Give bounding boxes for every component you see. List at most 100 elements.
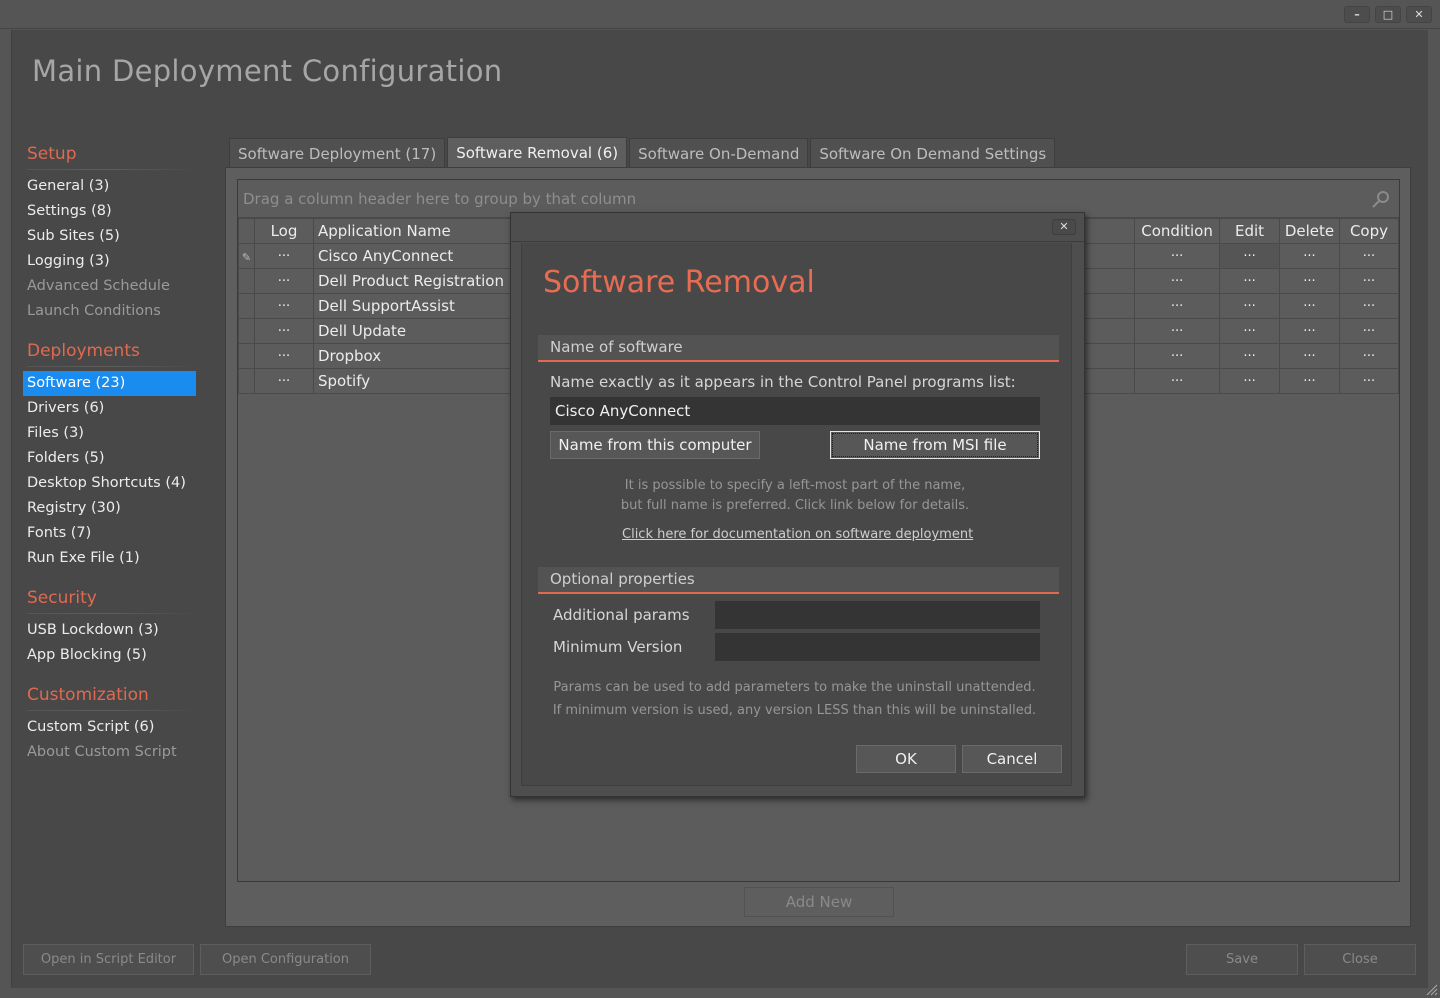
delete-cell-button[interactable]: ··· [1279, 368, 1340, 394]
edit-cell-button[interactable]: ··· [1219, 318, 1280, 344]
condition-cell-button[interactable]: ··· [1134, 293, 1221, 319]
row-indicator [238, 293, 255, 319]
log-cell-button[interactable]: ··· [253, 318, 314, 344]
copy-cell-button[interactable]: ··· [1338, 318, 1400, 344]
row-indicator [238, 368, 255, 394]
condition-cell-button[interactable]: ··· [1134, 368, 1221, 394]
dialog-title-bar[interactable]: ✕ [511, 213, 1084, 242]
ok-button[interactable]: OK [856, 745, 956, 773]
delete-cell-button[interactable]: ··· [1279, 268, 1340, 294]
edit-cell-button[interactable]: ··· [1219, 343, 1280, 369]
copy-cell-button[interactable]: ··· [1338, 268, 1400, 294]
copy-cell-button[interactable]: ··· [1338, 368, 1400, 394]
column-header-copy[interactable]: Copy [1338, 218, 1400, 244]
row-indicator [238, 318, 255, 344]
sidebar-item-about-custom-script[interactable]: About Custom Script [23, 740, 196, 765]
minimize-button[interactable]: – [1344, 6, 1370, 23]
sidebar-item-folders[interactable]: Folders (5) [23, 446, 196, 471]
section-name-of-software: Name of software [538, 335, 1059, 362]
tab-software-on-demand-settings[interactable]: Software On Demand Settings [810, 138, 1056, 168]
close-window-button[interactable]: ✕ [1406, 6, 1432, 23]
sidebar-item-advanced-schedule[interactable]: Advanced Schedule [23, 274, 196, 299]
condition-cell-button[interactable]: ··· [1134, 268, 1221, 294]
tab-software-deployment[interactable]: Software Deployment (17) [229, 138, 446, 168]
sidebar-item-registry[interactable]: Registry (30) [23, 496, 196, 521]
tab-strip: Software Deployment (17) Software Remova… [229, 137, 1057, 168]
close-icon: ✕ [1414, 8, 1424, 21]
name-hint-line-1: It is possible to specify a left-most pa… [624, 478, 966, 493]
tab-software-removal[interactable]: Software Removal (6) [447, 137, 628, 168]
open-in-script-editor-button[interactable]: Open in Script Editor [23, 944, 194, 975]
sidebar-item-logging[interactable]: Logging (3) [23, 249, 196, 274]
minimum-version-label: Minimum Version [553, 638, 683, 656]
name-from-this-computer-button[interactable]: Name from this computer [550, 431, 760, 459]
name-from-msi-file-button[interactable]: Name from MSI file [830, 431, 1040, 459]
log-cell-button[interactable]: ··· [253, 243, 314, 269]
open-configuration-button[interactable]: Open Configuration [200, 944, 371, 975]
documentation-link[interactable]: Click here for documentation on software… [622, 527, 973, 542]
sidebar: Setup General (3) Settings (8) Sub Sites… [23, 140, 203, 765]
sidebar-item-launch-conditions[interactable]: Launch Conditions [23, 299, 196, 324]
sidebar-item-drivers[interactable]: Drivers (6) [23, 396, 196, 421]
sidebar-item-custom-script[interactable]: Custom Script (6) [23, 715, 196, 740]
params-hint-text: Params can be used to add parameters to … [542, 676, 1047, 722]
edit-cell-button[interactable]: ··· [1219, 268, 1280, 294]
condition-cell-button[interactable]: ··· [1134, 318, 1221, 344]
column-header-delete[interactable]: Delete [1279, 218, 1340, 244]
sidebar-item-general[interactable]: General (3) [23, 174, 196, 199]
sidebar-section-deployments: Deployments [23, 337, 203, 367]
software-name-label: Name exactly as it appears in the Contro… [550, 373, 1016, 391]
edit-cell-button[interactable]: ··· [1219, 293, 1280, 319]
column-header-edit[interactable]: Edit [1219, 218, 1280, 244]
maximize-button[interactable]: □ [1375, 6, 1401, 23]
sidebar-item-desktop-shortcuts[interactable]: Desktop Shortcuts (4) [23, 471, 196, 496]
delete-cell-button[interactable]: ··· [1279, 293, 1340, 319]
tab-software-on-demand[interactable]: Software On-Demand [629, 138, 809, 168]
sidebar-item-files[interactable]: Files (3) [23, 421, 196, 446]
page-title: Main Deployment Configuration [32, 54, 503, 88]
software-name-input[interactable] [550, 397, 1040, 425]
delete-cell-button[interactable]: ··· [1279, 243, 1340, 269]
additional-params-label: Additional params [553, 606, 690, 624]
sidebar-item-fonts[interactable]: Fonts (7) [23, 521, 196, 546]
condition-cell-button[interactable]: ··· [1134, 243, 1221, 269]
delete-cell-button[interactable]: ··· [1279, 343, 1340, 369]
dialog-close-button[interactable]: ✕ [1052, 219, 1076, 235]
sidebar-item-software[interactable]: Software (23) [23, 371, 196, 396]
sidebar-item-run-exe-file[interactable]: Run Exe File (1) [23, 546, 196, 571]
additional-params-input[interactable] [715, 601, 1040, 629]
condition-cell-button[interactable]: ··· [1134, 343, 1221, 369]
sidebar-section-customization: Customization [23, 681, 203, 711]
column-header-condition[interactable]: Condition [1134, 218, 1221, 244]
sidebar-item-settings[interactable]: Settings (8) [23, 199, 196, 224]
log-cell-button[interactable]: ··· [253, 268, 314, 294]
minimize-icon: – [1354, 8, 1360, 21]
group-by-hint: Drag a column header here to group by th… [243, 190, 637, 208]
sidebar-item-app-blocking[interactable]: App Blocking (5) [23, 643, 196, 668]
copy-cell-button[interactable]: ··· [1338, 243, 1400, 269]
copy-cell-button[interactable]: ··· [1338, 343, 1400, 369]
row-indicator [238, 343, 255, 369]
copy-cell-button[interactable]: ··· [1338, 293, 1400, 319]
save-button[interactable]: Save [1186, 944, 1298, 975]
cancel-button[interactable]: Cancel [962, 745, 1062, 773]
close-button[interactable]: Close [1304, 944, 1416, 975]
edit-cell-button[interactable]: ··· [1219, 368, 1280, 394]
log-cell-button[interactable]: ··· [253, 368, 314, 394]
search-icon[interactable] [1371, 189, 1391, 209]
delete-cell-button[interactable]: ··· [1279, 318, 1340, 344]
sidebar-item-sub-sites[interactable]: Sub Sites (5) [23, 224, 196, 249]
minimum-version-input[interactable] [715, 633, 1040, 661]
resize-grip-icon[interactable] [1424, 982, 1438, 996]
sidebar-item-usb-lockdown[interactable]: USB Lockdown (3) [23, 618, 196, 643]
section-optional-properties: Optional properties [538, 567, 1059, 594]
maximize-icon: □ [1382, 8, 1394, 21]
column-header-log[interactable]: Log [253, 218, 314, 244]
log-cell-button[interactable]: ··· [253, 293, 314, 319]
sidebar-section-security: Security [23, 584, 203, 614]
edit-cell-button[interactable]: ··· [1219, 243, 1280, 269]
name-hint-text: It is possible to specify a left-most pa… [550, 476, 1040, 516]
main-window: – □ ✕ Main Deployment Configuration Setu… [0, 0, 1440, 998]
add-new-button[interactable]: Add New [744, 887, 894, 917]
log-cell-button[interactable]: ··· [253, 343, 314, 369]
